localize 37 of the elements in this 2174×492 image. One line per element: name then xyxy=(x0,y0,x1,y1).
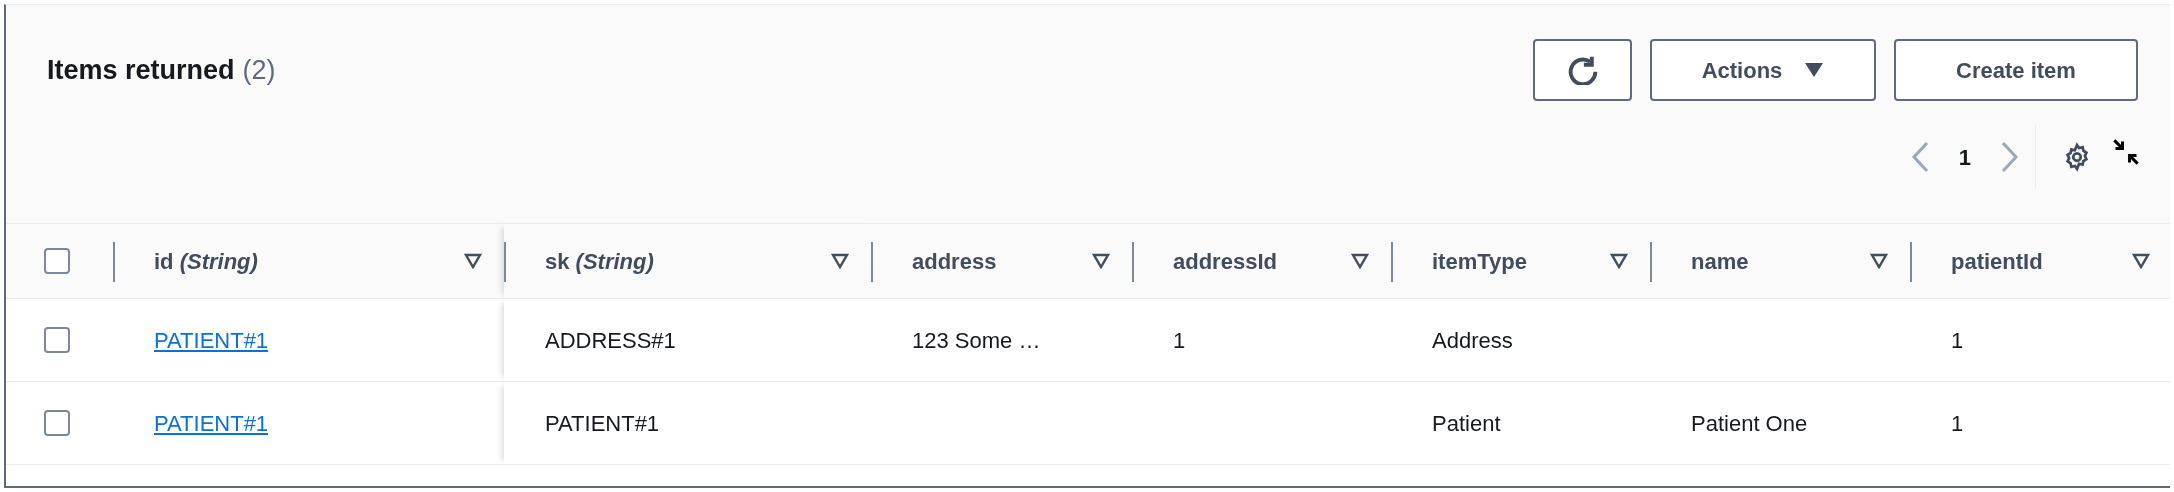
row-checkbox[interactable] xyxy=(44,327,70,353)
caret-down-icon xyxy=(1804,62,1825,78)
table-cell-text: PATIENT#1 xyxy=(545,409,660,438)
column-header[interactable]: sk (String) xyxy=(545,244,654,278)
page-number[interactable]: 1 xyxy=(1958,140,1971,174)
table-cell-text: 1 xyxy=(1173,326,1186,355)
select-all-checkbox[interactable] xyxy=(44,248,70,274)
table-cell-text: 1 xyxy=(1951,326,1964,355)
column-header[interactable]: name xyxy=(1691,244,1749,278)
sort-icon[interactable] xyxy=(1610,253,1628,269)
create-item-button[interactable]: Create item xyxy=(1894,39,2138,101)
column-header[interactable]: address xyxy=(912,244,997,278)
collapse-arrows-icon[interactable] xyxy=(2112,138,2140,166)
item-link[interactable]: PATIENT#1 xyxy=(154,406,269,440)
column-header[interactable]: patientId xyxy=(1951,244,2043,278)
item-count: (2) xyxy=(242,53,276,87)
table-cell-text: Patient xyxy=(1432,409,1501,438)
actions-button[interactable]: Actions xyxy=(1650,39,1876,101)
table-cell-text: 123 Some … xyxy=(912,326,1041,355)
refresh-icon xyxy=(1567,55,1598,85)
sort-icon[interactable] xyxy=(831,253,849,269)
table-cell-text: ADDRESS#1 xyxy=(545,326,676,355)
column-header[interactable]: id (String) xyxy=(154,244,258,278)
sort-icon[interactable] xyxy=(1092,253,1110,269)
column-header[interactable]: addressId xyxy=(1173,244,1277,278)
sort-icon[interactable] xyxy=(1870,253,1888,269)
sort-icon[interactable] xyxy=(1351,253,1369,269)
sort-icon[interactable] xyxy=(464,253,482,269)
table-cell-text: 1 xyxy=(1951,409,1964,438)
table-cell-text: Address xyxy=(1432,326,1513,355)
row-checkbox[interactable] xyxy=(44,410,70,436)
sort-icon[interactable] xyxy=(2132,253,2150,269)
column-header[interactable]: itemType xyxy=(1432,244,1527,278)
table-cell-text: Patient One xyxy=(1691,409,1808,438)
item-link[interactable]: PATIENT#1 xyxy=(154,323,269,357)
panel-title: Items returned xyxy=(47,53,235,87)
refresh-button[interactable] xyxy=(1533,39,1632,101)
